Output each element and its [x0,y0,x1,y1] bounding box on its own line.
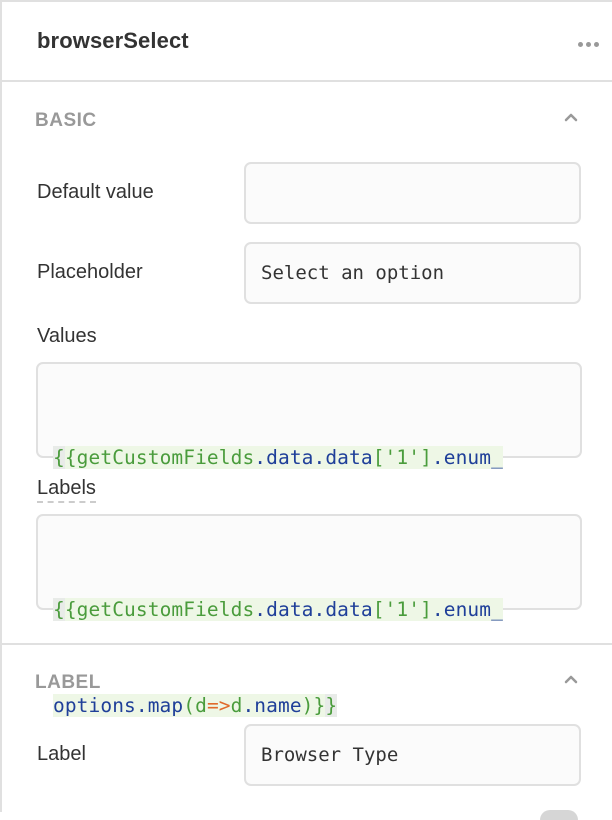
values-code-editor[interactable]: {{getCustomFields.data.data['1'].enum_ o… [36,362,582,565]
placeholder-input[interactable]: Select an option [244,242,581,304]
chevron-up-icon[interactable] [564,112,578,122]
placeholder-label: Placeholder [37,261,143,283]
values-code-line-1: {{getCustomFields.data.data['1'].enum_ [53,446,503,469]
section-basic-header[interactable]: BASIC [2,102,612,142]
default-value-input[interactable] [244,162,581,224]
more-dot [586,41,591,47]
widget-name[interactable]: browserSelect [37,28,189,54]
label-field-label: Label [37,743,86,765]
labels-code-line-1: {{getCustomFields.data.data['1'].enum_ [53,598,503,621]
default-value-label: Default value [37,181,154,203]
labels-label[interactable]: Labels [37,477,96,503]
inspector-panel: browserSelect BASIC Default value Placeh… [0,0,612,820]
section-basic-title: BASIC [35,110,97,131]
labels-code-editor[interactable]: {{getCustomFields.data.data['1'].enum_ o… [36,514,582,717]
panel-header: browserSelect [2,2,612,82]
label-input[interactable]: Browser Type [244,724,581,786]
more-horizontal-icon [578,41,583,47]
section-divider [2,643,612,645]
more-options-button[interactable] [578,38,606,50]
labels-label-wrap: Labels [37,477,96,503]
more-dot [594,41,599,47]
section-label-header[interactable]: LABEL [2,664,612,704]
section-label-title: LABEL [35,672,101,693]
open-brace-highlight: { [53,446,65,469]
chevron-up-icon[interactable] [564,674,578,684]
open-brace-highlight: { [53,598,65,621]
values-label: Values [37,325,97,347]
